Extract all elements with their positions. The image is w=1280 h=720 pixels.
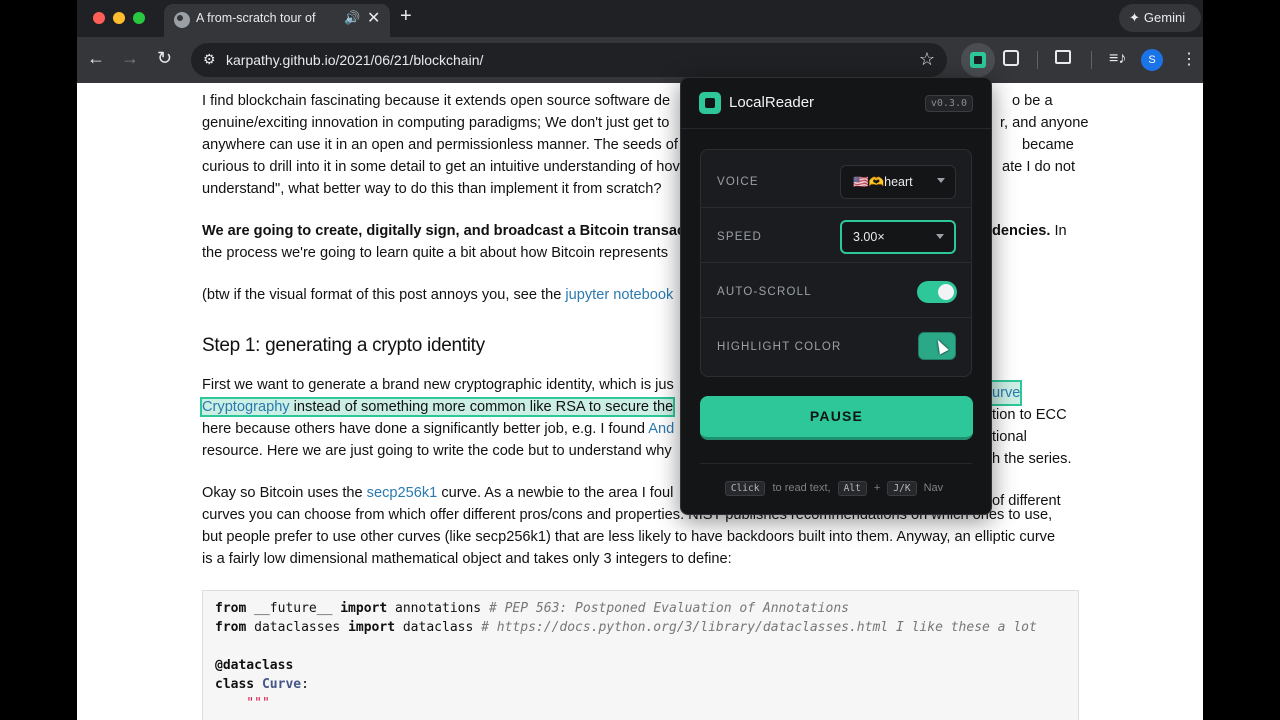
secp256k1-link[interactable]: secp256k1 [367,485,438,501]
code-block: from __future__ import annotations # PEP… [202,590,1079,720]
highlight-color-row: HIGHLIGHT COLOR [701,318,971,373]
address-bar[interactable]: ⚙ karpathy.github.io/2021/06/21/blockcha… [191,43,947,77]
shortcut-help: Click to read text, Alt + J/K Nav [681,481,991,496]
media-controls-icon[interactable]: ≡♪ [1109,50,1126,68]
speed-row: SPEED 3.00× [701,208,971,263]
settings-card: VOICE 🇺🇸🫶heart SPEED 3.00× AUTO-SCROLL H… [700,149,972,377]
toolbar-divider [1091,51,1092,69]
menu-kebab-icon[interactable]: ⋮ [1181,49,1197,69]
localreader-popup: LocalReader v0.3.0 VOICE 🇺🇸🫶heart SPEED … [680,77,992,515]
sparkle-icon: ✦ [1129,10,1140,25]
bookmark-star-icon[interactable]: ☆ [919,49,935,70]
page-content: I find blockchain fascinating because it… [77,83,1203,720]
cryptography-link[interactable]: Cryptography [202,399,290,415]
speaker-icon[interactable]: 🔊 [344,10,360,26]
maximize-window-button[interactable] [133,12,145,24]
voice-row: VOICE 🇺🇸🫶heart [701,153,971,208]
click-key: Click [724,481,766,496]
pause-button[interactable]: PAUSE [700,396,973,440]
chevron-down-icon [936,234,944,239]
localreader-extension-icon[interactable] [961,43,995,77]
speed-select[interactable]: 3.00× [840,220,956,254]
google-lens-icon[interactable] [1055,50,1071,64]
chevron-down-icon [937,178,945,183]
highlight-color-label: HIGHLIGHT COLOR [717,341,842,353]
site-settings-icon[interactable]: ⚙ [203,51,216,68]
gemini-button[interactable]: ✦ Gemini [1119,4,1201,32]
reload-icon[interactable]: ↻ [157,48,172,69]
andrea-link[interactable]: And [648,421,674,437]
forward-icon[interactable]: → [121,48,139,69]
tab-title: A from-scratch tour of Bit [196,11,316,25]
header-divider [681,128,991,129]
tab-strip: A from-scratch tour of Bit 🔊 ✕ + ✦Gemini [77,0,1203,37]
popup-title: LocalReader [729,94,815,111]
gemini-label: Gemini [1143,10,1186,25]
autoscroll-label: AUTO-SCROLL [717,286,812,298]
version-badge: v0.3.0 [924,95,973,112]
back-icon[interactable]: ← [87,48,105,69]
close-tab-icon[interactable]: ✕ [367,8,380,28]
url-text[interactable]: karpathy.github.io/2021/06/21/blockchain… [226,52,483,68]
tab-active[interactable]: A from-scratch tour of Bit 🔊 ✕ [164,4,390,37]
extensions-puzzle-icon[interactable] [1003,50,1019,66]
toolbar-divider [1037,51,1038,69]
jk-key: J/K [887,481,917,496]
autoscroll-toggle[interactable] [917,281,957,303]
voice-select[interactable]: 🇺🇸🫶heart [840,165,956,199]
minimize-window-button[interactable] [113,12,125,24]
globe-icon [174,12,190,28]
toolbar: ← → ↻ ⚙ karpathy.github.io/2021/06/21/bl… [77,37,1203,83]
close-window-button[interactable] [93,12,105,24]
highlighted-sentence: Cryptography instead of something more c… [199,397,676,417]
voice-label: VOICE [717,176,759,188]
jupyter-notebook-link[interactable]: jupyter notebook [565,287,673,303]
speaker-logo-icon [699,92,721,114]
alt-key: Alt [837,481,867,496]
speed-label: SPEED [717,231,762,243]
profile-avatar[interactable]: S [1141,49,1163,71]
autoscroll-row: AUTO-SCROLL [701,263,971,318]
new-tab-button[interactable]: + [400,5,412,28]
footer-divider [700,463,972,464]
